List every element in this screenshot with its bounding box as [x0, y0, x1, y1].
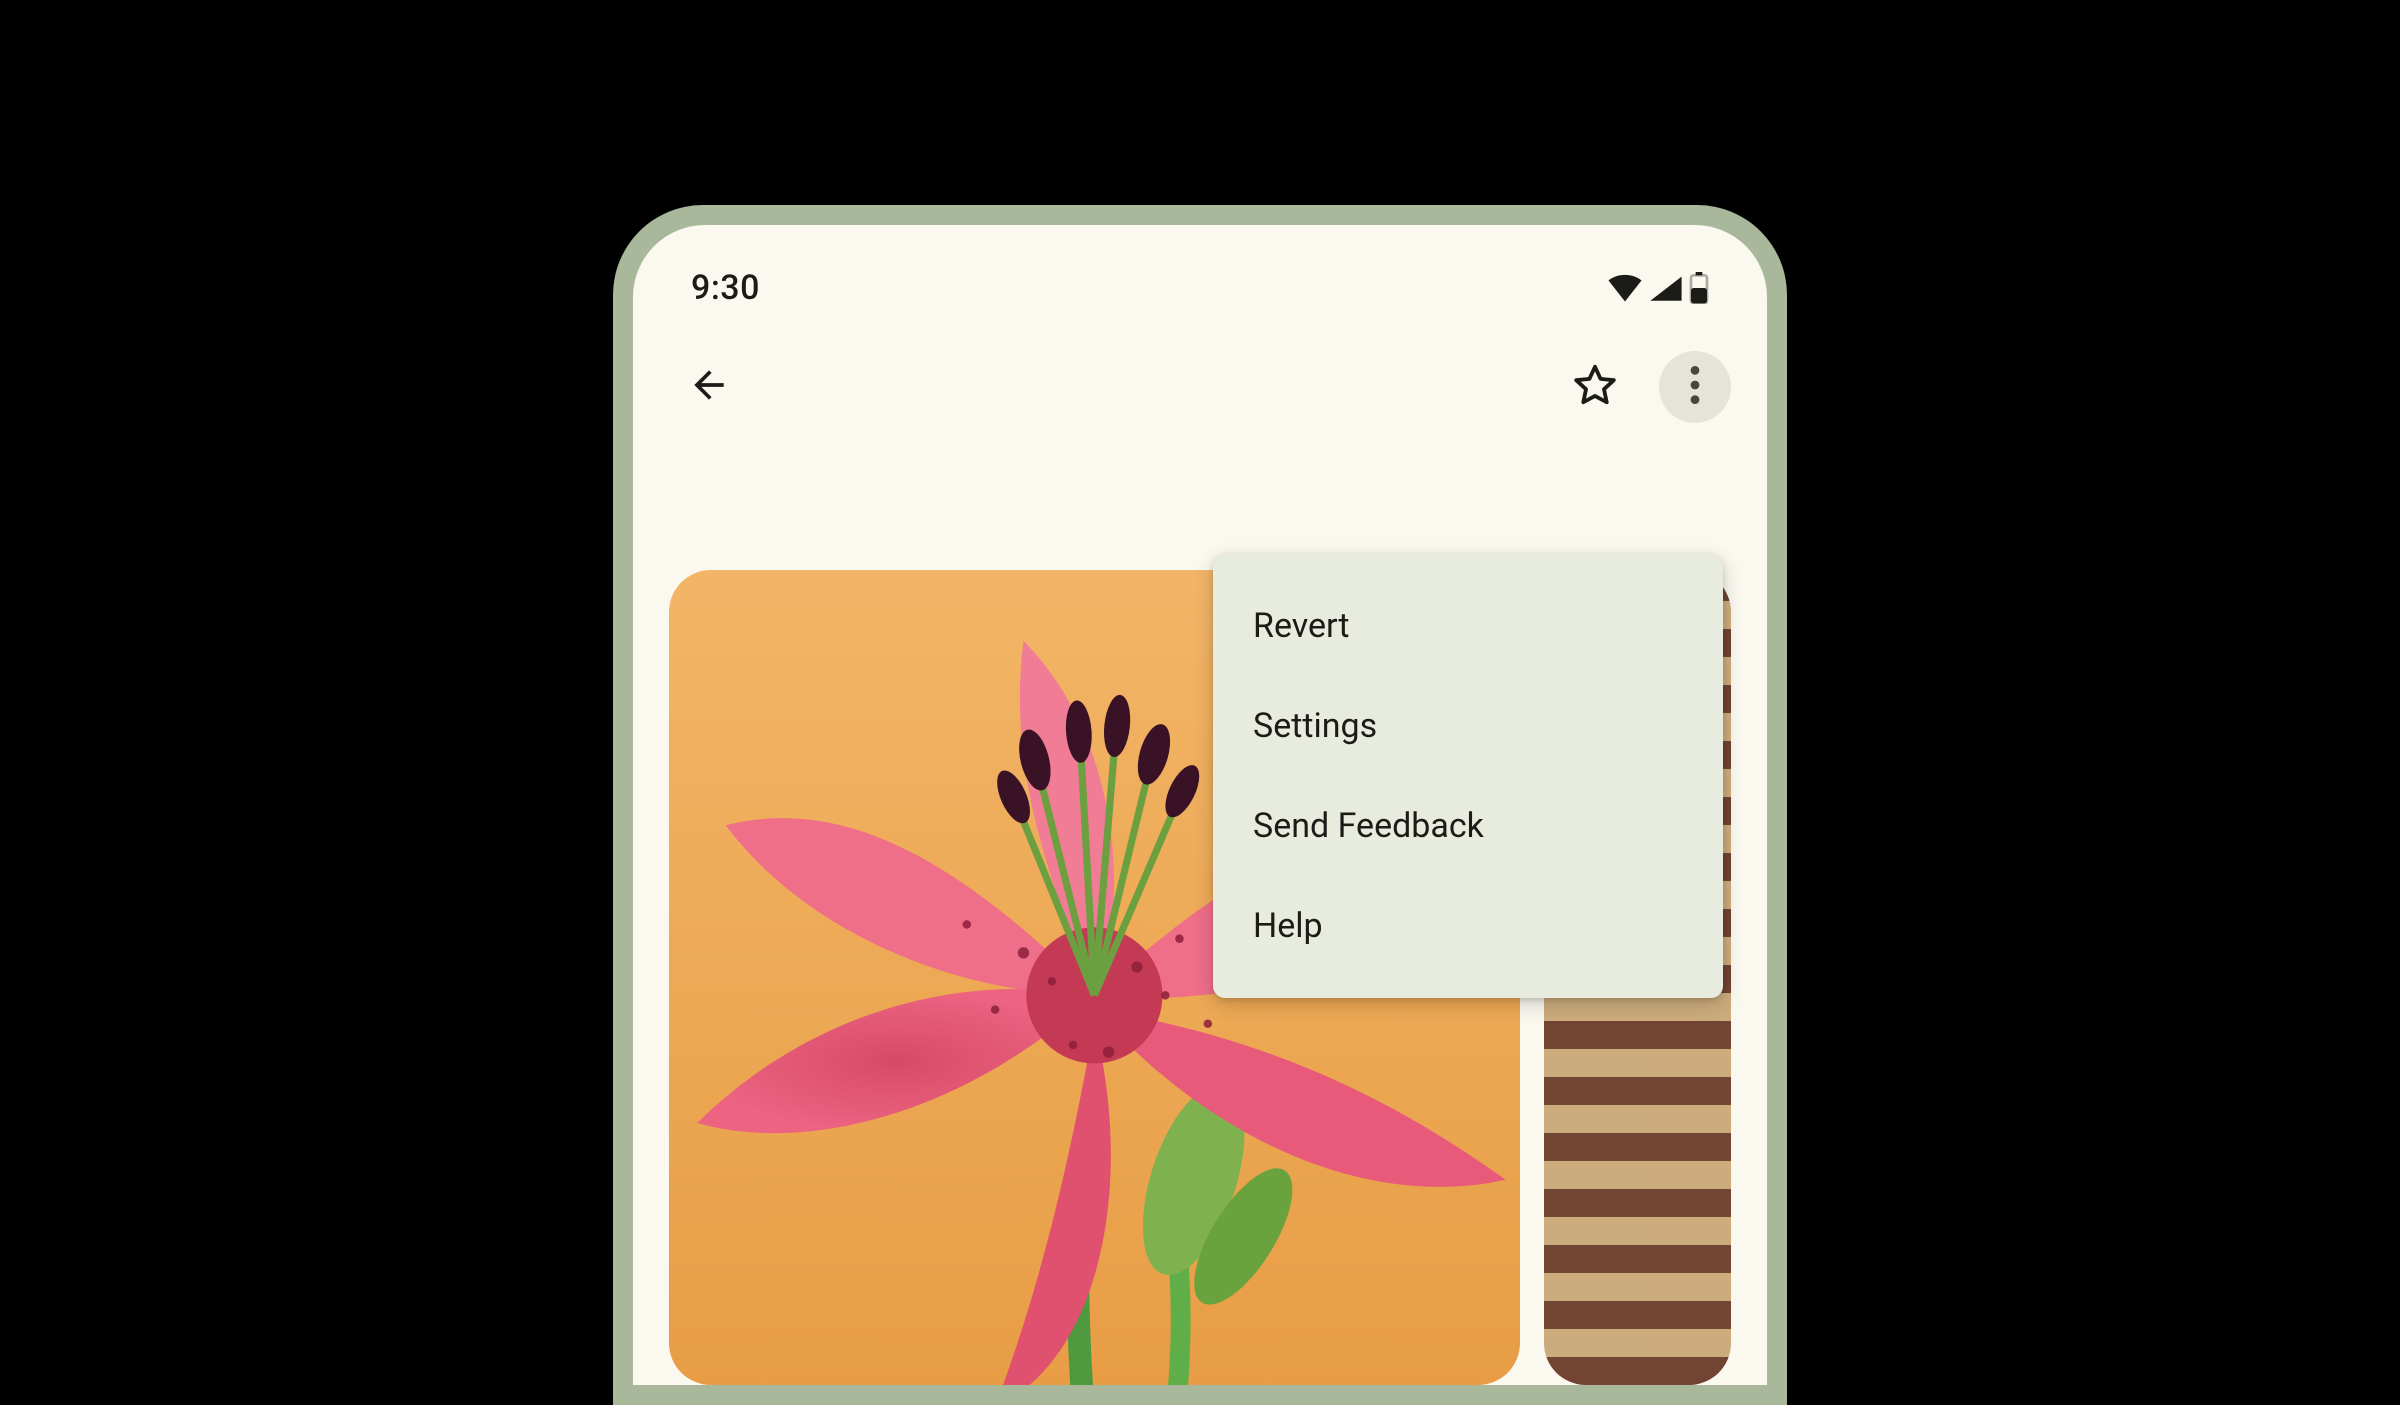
back-arrow-icon	[687, 363, 731, 411]
status-bar: 9:30	[633, 225, 1767, 335]
wifi-icon	[1607, 274, 1643, 302]
status-time: 9:30	[691, 268, 760, 308]
overflow-menu: Revert Settings Send Feedback Help	[1213, 554, 1723, 998]
menu-item-help[interactable]: Help	[1213, 876, 1723, 976]
phone-screen: 9:30	[633, 225, 1767, 1385]
menu-item-send-feedback[interactable]: Send Feedback	[1213, 776, 1723, 876]
menu-item-revert[interactable]: Revert	[1213, 576, 1723, 676]
star-outline-icon	[1572, 362, 1618, 412]
app-bar	[633, 335, 1767, 451]
status-icons	[1607, 272, 1709, 304]
battery-icon	[1689, 272, 1709, 304]
favorite-button[interactable]	[1563, 355, 1627, 419]
phone-frame: 9:30	[613, 205, 1787, 1405]
overflow-menu-button[interactable]	[1659, 351, 1731, 423]
menu-item-settings[interactable]: Settings	[1213, 676, 1723, 776]
back-button[interactable]	[677, 355, 741, 419]
more-vertical-icon	[1690, 366, 1700, 408]
signal-icon	[1649, 274, 1683, 302]
